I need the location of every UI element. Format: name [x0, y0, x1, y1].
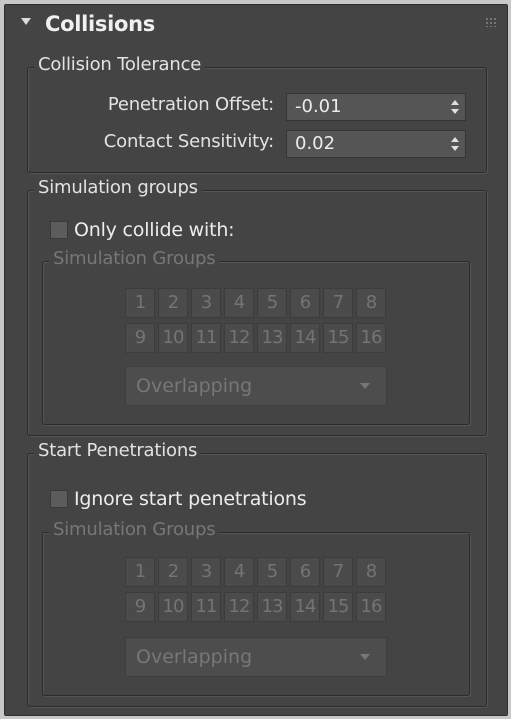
sim-group-button-9[interactable]: 9	[125, 323, 155, 353]
start-penetrations-title: Start Penetrations	[34, 440, 202, 461]
sim-group-button-16[interactable]: 16	[356, 592, 386, 622]
sim-group-button-3[interactable]: 3	[191, 288, 221, 318]
contact-sensitivity-spinner[interactable]: 0.02	[286, 130, 466, 158]
contact-sensitivity-label: Contact Sensitivity:	[103, 131, 274, 152]
sim-group-button-12[interactable]: 12	[224, 592, 254, 622]
rollout-header[interactable]: Collisions	[5, 5, 507, 45]
sim-group-button-13[interactable]: 13	[257, 592, 287, 622]
sim-group-button-15[interactable]: 15	[323, 323, 353, 353]
sim-group-button-15[interactable]: 15	[323, 592, 353, 622]
drag-grip-icon[interactable]	[485, 17, 497, 27]
only-collide-label[interactable]: Only collide with:	[74, 219, 235, 241]
sim-group-button-5[interactable]: 5	[257, 288, 287, 318]
spinner-arrows-icon[interactable]	[451, 137, 459, 151]
overlap-mode-value[interactable]: Overlapping	[136, 646, 252, 668]
sim-group-button-14[interactable]: 14	[290, 323, 320, 353]
sim-group-button-13[interactable]: 13	[257, 323, 287, 353]
sim-group-button-11[interactable]: 11	[191, 323, 221, 353]
collisions-rollout: Collisions Collision Tolerance Penetrati…	[4, 4, 508, 716]
contact-sensitivity-value[interactable]: 0.02	[295, 133, 335, 154]
spinner-arrows-icon[interactable]	[451, 100, 459, 114]
overlap-mode-dropdown[interactable]: Overlapping	[125, 366, 387, 406]
penetration-offset-spinner[interactable]: -0.01	[286, 93, 466, 121]
sim-group-button-16[interactable]: 16	[356, 323, 386, 353]
sim-group-button-2[interactable]: 2	[158, 288, 188, 318]
sim-group-button-3[interactable]: 3	[191, 557, 221, 587]
group-button-grid: 1 2 3 4 5 6 7 8 9 10 11 12 13 14 15 16	[125, 288, 391, 354]
sim-group-button-9[interactable]: 9	[125, 592, 155, 622]
chevron-down-icon[interactable]	[360, 383, 370, 389]
sim-group-button-7[interactable]: 7	[323, 557, 353, 587]
penetration-offset-value[interactable]: -0.01	[295, 96, 342, 117]
sim-group-button-2[interactable]: 2	[158, 557, 188, 587]
sim-group-button-10[interactable]: 10	[158, 323, 188, 353]
sim-groups-subgroup-1: Simulation Groups 1 2 3 4 5 6 7 8 9 10 11 12 13 14 15 1…	[42, 248, 470, 425]
sim-group-button-1[interactable]: 1	[125, 557, 155, 587]
sim-group-button-4[interactable]: 4	[224, 288, 254, 318]
start-penetrations-group: Start Penetrations Ignore start penetrat…	[27, 440, 487, 707]
sim-group-button-6[interactable]: 6	[290, 557, 320, 587]
collision-tolerance-title: Collision Tolerance	[34, 54, 206, 75]
sim-groups-subgroup-2: Simulation Groups 1 2 3 4 5 6 7 8 9 10 11 12 13 14 15 1…	[42, 519, 470, 696]
chevron-down-icon[interactable]	[360, 654, 370, 660]
ignore-start-penetrations-checkbox[interactable]	[50, 490, 68, 508]
sim-group-button-6[interactable]: 6	[290, 288, 320, 318]
sim-groups-subgroup-title: Simulation Groups	[49, 519, 220, 540]
overlap-mode-value[interactable]: Overlapping	[136, 375, 252, 397]
sim-group-button-14[interactable]: 14	[290, 592, 320, 622]
sim-groups-subgroup-title: Simulation Groups	[49, 248, 220, 269]
collision-tolerance-group: Collision Tolerance Penetration Offset: …	[27, 54, 487, 173]
rollout-title: Collisions	[45, 12, 156, 36]
sim-group-button-4[interactable]: 4	[224, 557, 254, 587]
overlap-mode-dropdown[interactable]: Overlapping	[125, 637, 387, 677]
collapse-arrow-icon[interactable]	[21, 18, 31, 25]
sim-group-button-12[interactable]: 12	[224, 323, 254, 353]
only-collide-checkbox[interactable]	[50, 221, 68, 239]
simulation-groups-group: Simulation groups Only collide with: Sim…	[27, 177, 487, 436]
sim-group-button-11[interactable]: 11	[191, 592, 221, 622]
sim-group-button-10[interactable]: 10	[158, 592, 188, 622]
penetration-offset-label: Penetration Offset:	[107, 94, 274, 115]
ignore-start-penetrations-label[interactable]: Ignore start penetrations	[74, 488, 307, 510]
simulation-groups-title: Simulation groups	[34, 177, 202, 198]
sim-group-button-7[interactable]: 7	[323, 288, 353, 318]
sim-group-button-5[interactable]: 5	[257, 557, 287, 587]
sim-group-button-8[interactable]: 8	[356, 557, 386, 587]
group-button-grid: 1 2 3 4 5 6 7 8 9 10 11 12 13 14 15 16	[125, 557, 391, 623]
sim-group-button-8[interactable]: 8	[356, 288, 386, 318]
sim-group-button-1[interactable]: 1	[125, 288, 155, 318]
